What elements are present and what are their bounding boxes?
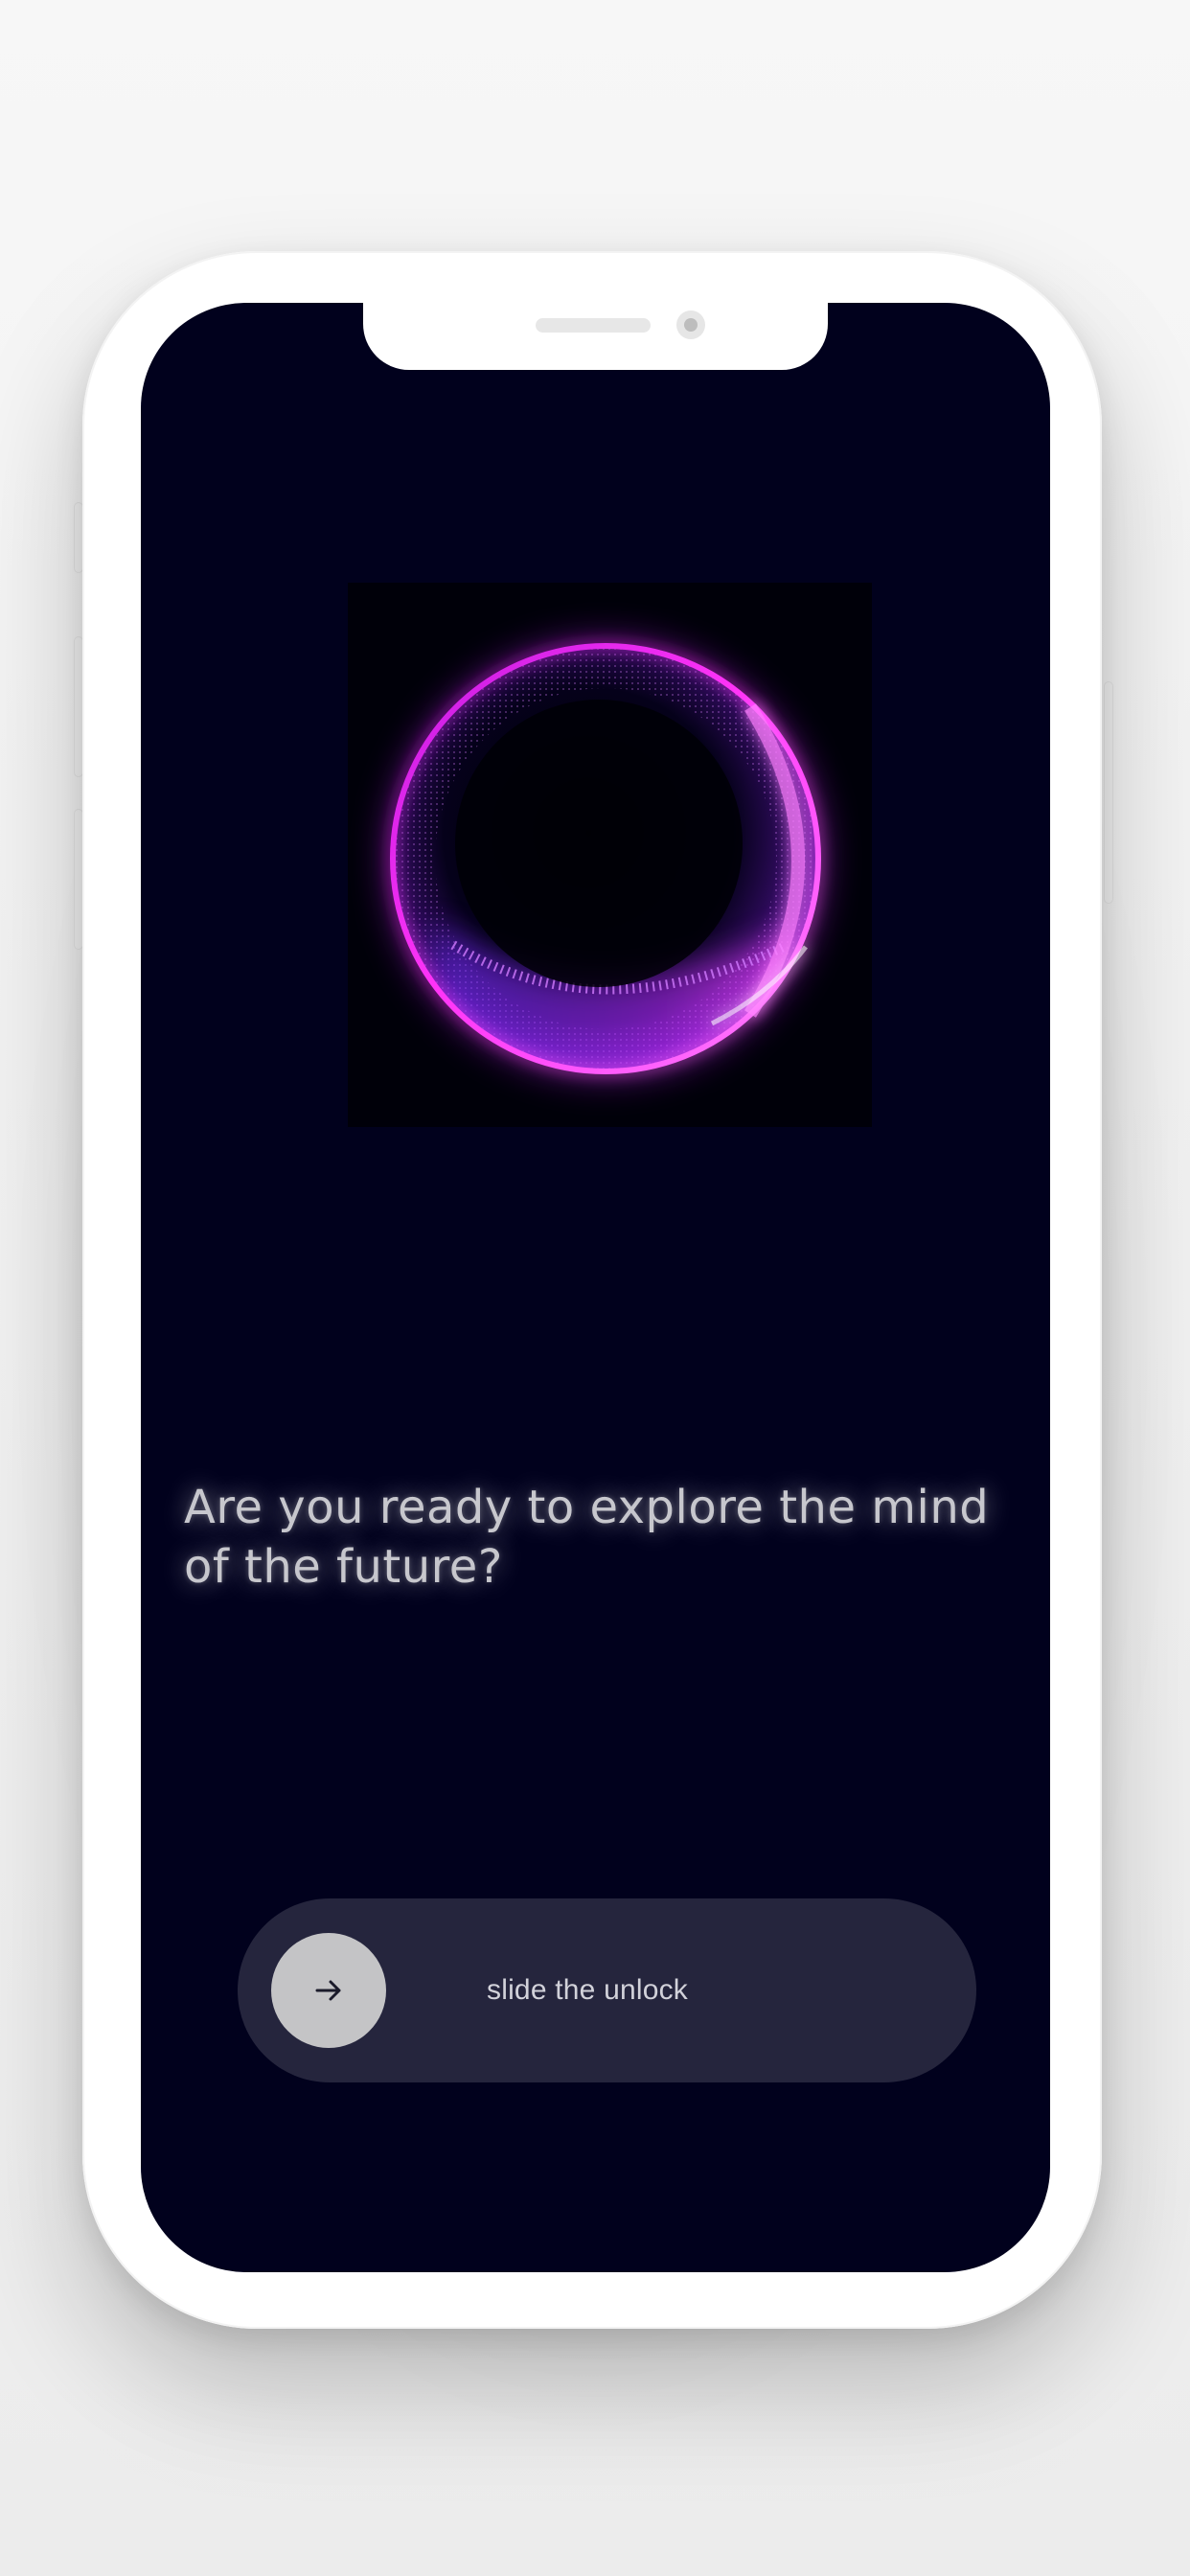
- arrow-right-icon: [315, 1980, 341, 2001]
- notch: [363, 303, 828, 370]
- slider-knob[interactable]: [271, 1933, 386, 2048]
- mute-switch: [75, 503, 82, 572]
- hero-image: [348, 583, 872, 1127]
- slider-label: slide the unlock: [487, 1974, 688, 2006]
- earpiece-speaker: [536, 318, 651, 333]
- volume-down-button: [75, 810, 82, 949]
- onboarding-headline: Are you ready to explore the mind of the…: [184, 1481, 990, 1594]
- phone-screen: Are you ready to explore the mind of the…: [141, 303, 1050, 2272]
- power-button: [1105, 682, 1112, 903]
- glowing-sphere-icon: [380, 633, 831, 1084]
- slide-to-unlock-slider[interactable]: slide the unlock: [238, 1898, 976, 2082]
- front-camera: [676, 310, 705, 339]
- volume-up-button: [75, 637, 82, 776]
